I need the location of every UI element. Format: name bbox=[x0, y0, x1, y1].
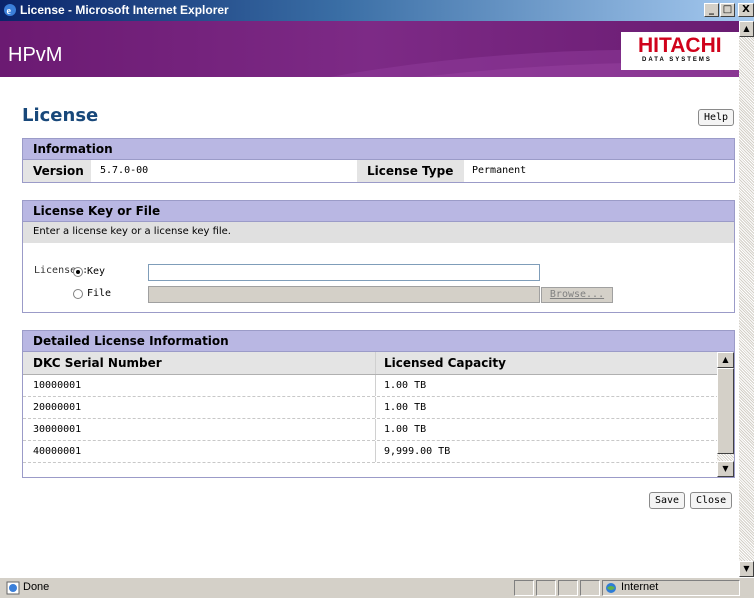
license-table: DKC Serial Number Licensed Capacity 1000… bbox=[23, 352, 734, 477]
license-key-description: Enter a license key or a license key fil… bbox=[23, 222, 734, 243]
table-scroll-down-icon[interactable]: ▼ bbox=[717, 461, 734, 477]
column-licensed-capacity: Licensed Capacity bbox=[384, 356, 506, 370]
table-scroll-up-icon[interactable]: ▲ bbox=[717, 352, 734, 368]
zone-text: Internet bbox=[621, 581, 659, 593]
hitachi-logo: HITACHI DATA SYSTEMS bbox=[621, 32, 739, 70]
status-cell bbox=[536, 580, 556, 596]
app-name: HPvM bbox=[8, 44, 63, 66]
logo-text: HITACHI bbox=[638, 34, 722, 57]
logo-subtext: DATA SYSTEMS bbox=[642, 57, 712, 63]
internet-explorer-icon: e bbox=[4, 4, 16, 17]
license-key-input[interactable] bbox=[148, 264, 540, 281]
column-separator bbox=[375, 441, 376, 462]
table-scroll-thumb[interactable] bbox=[717, 368, 734, 454]
table-row[interactable]: 40000001 9,999.00 TB bbox=[23, 441, 734, 463]
column-dkc-serial: DKC Serial Number bbox=[33, 356, 162, 370]
window-vertical-scrollbar[interactable]: ▲ ▼ bbox=[739, 21, 754, 577]
file-radio-label: File bbox=[87, 288, 112, 299]
page-title: License bbox=[22, 105, 99, 126]
page-done-icon bbox=[6, 581, 20, 595]
detailed-license-panel: Detailed License Information DKC Serial … bbox=[22, 330, 735, 478]
scroll-up-icon[interactable]: ▲ bbox=[739, 21, 754, 37]
status-bar: Done Internet bbox=[0, 577, 754, 598]
serial-cell: 20000001 bbox=[33, 402, 82, 413]
key-radio-label: Key bbox=[87, 266, 106, 277]
information-row: Version 5.7.0-00 License Type Permanent bbox=[23, 160, 734, 182]
browse-button[interactable]: Browse... bbox=[541, 287, 613, 303]
detailed-license-heading: Detailed License Information bbox=[23, 331, 734, 352]
table-header: DKC Serial Number Licensed Capacity bbox=[23, 352, 734, 375]
key-radio[interactable] bbox=[73, 267, 83, 277]
header-banner: HPvM HITACHI DATA SYSTEMS bbox=[0, 21, 739, 77]
file-radio[interactable] bbox=[73, 289, 83, 299]
license-file-input bbox=[148, 286, 540, 303]
license-type-value: Permanent bbox=[472, 165, 527, 176]
license-form: License : Key File Browse... bbox=[23, 243, 734, 313]
column-separator bbox=[375, 375, 376, 396]
window-title: License - Microsoft Internet Explorer bbox=[20, 3, 229, 17]
close-button[interactable]: Close bbox=[690, 492, 733, 509]
capacity-cell: 1.00 TB bbox=[384, 402, 427, 413]
help-button[interactable]: Help bbox=[698, 109, 735, 126]
serial-cell: 10000001 bbox=[33, 380, 82, 391]
status-cell bbox=[580, 580, 600, 596]
globe-icon bbox=[606, 583, 616, 593]
capacity-cell: 9,999.00 TB bbox=[384, 446, 451, 457]
svg-text:e: e bbox=[7, 6, 12, 17]
capacity-cell: 1.00 TB bbox=[384, 380, 427, 391]
minimize-button[interactable]: _ bbox=[704, 3, 719, 17]
version-value: 5.7.0-00 bbox=[100, 165, 149, 176]
security-zone: Internet bbox=[602, 580, 740, 596]
license-type-label: License Type bbox=[357, 160, 464, 182]
table-row[interactable]: 20000001 1.00 TB bbox=[23, 397, 734, 419]
license-key-heading: License Key or File bbox=[23, 201, 734, 222]
status-text: Done bbox=[23, 581, 50, 593]
scroll-down-icon[interactable]: ▼ bbox=[739, 561, 754, 577]
table-row[interactable]: 30000001 1.00 TB bbox=[23, 419, 734, 441]
maximize-button[interactable]: □ bbox=[720, 3, 735, 17]
version-label: Version bbox=[23, 160, 91, 182]
capacity-cell: 1.00 TB bbox=[384, 424, 427, 435]
status-cell bbox=[514, 580, 534, 596]
save-button[interactable]: Save bbox=[649, 492, 686, 509]
close-window-button[interactable]: X bbox=[738, 3, 754, 17]
table-row[interactable]: 10000001 1.00 TB bbox=[23, 375, 734, 397]
column-separator bbox=[375, 397, 376, 418]
column-separator bbox=[375, 352, 376, 374]
information-panel: Information Version 5.7.0-00 License Typ… bbox=[22, 138, 735, 183]
license-key-panel: License Key or File Enter a license key … bbox=[22, 200, 735, 313]
information-heading: Information bbox=[23, 139, 734, 160]
status-cell bbox=[558, 580, 578, 596]
column-separator bbox=[375, 419, 376, 440]
serial-cell: 30000001 bbox=[33, 424, 82, 435]
window-title-bar[interactable]: e License - Microsoft Internet Explorer … bbox=[0, 0, 754, 21]
table-scrollbar[interactable]: ▲ ▼ bbox=[717, 352, 734, 477]
serial-cell: 40000001 bbox=[33, 446, 82, 457]
